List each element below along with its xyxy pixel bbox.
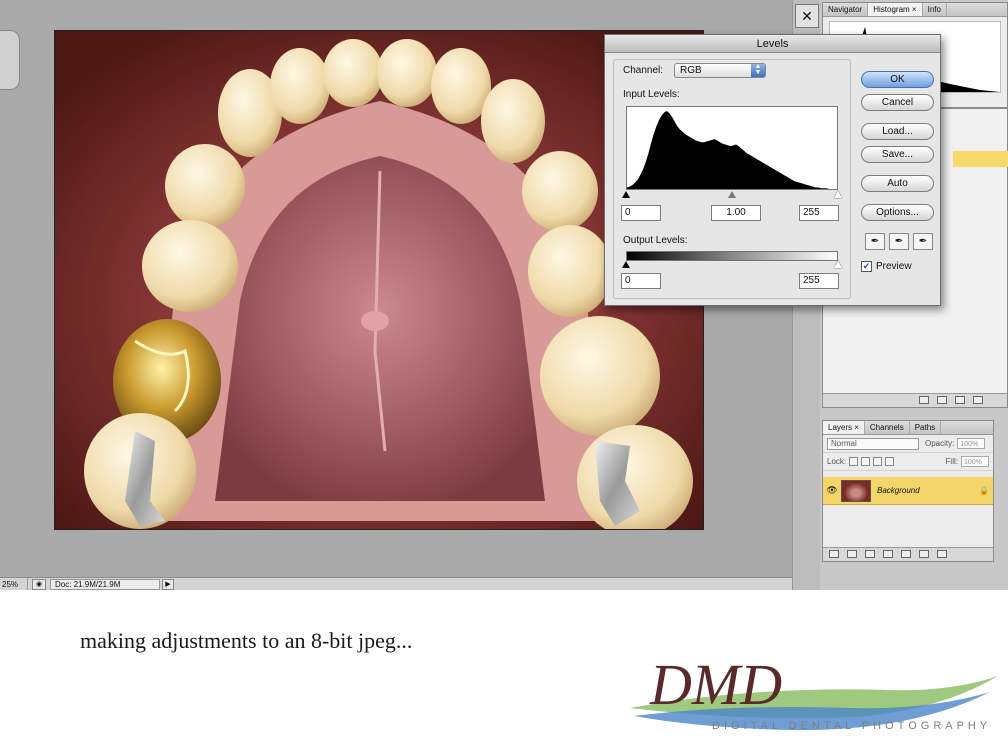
- white-eyedropper-icon[interactable]: ✒: [913, 233, 933, 250]
- cancel-button[interactable]: Cancel: [861, 94, 934, 111]
- preview-label: Preview: [876, 261, 912, 272]
- new-layer-icon[interactable]: [919, 550, 929, 558]
- new-icon[interactable]: [955, 396, 965, 404]
- fx-icon[interactable]: [847, 550, 857, 558]
- save-button[interactable]: Save...: [861, 146, 934, 163]
- trash-icon[interactable]: [973, 396, 983, 404]
- auto-button[interactable]: Auto: [861, 175, 934, 192]
- folder-icon[interactable]: [901, 550, 911, 558]
- input-gamma-field[interactable]: 1.00: [711, 205, 761, 221]
- output-white-field[interactable]: 255: [799, 273, 839, 289]
- link-icon[interactable]: [829, 550, 839, 558]
- opacity-label: Opacity:: [925, 439, 955, 448]
- logo-monogram: DMD: [649, 652, 782, 717]
- tab-channels[interactable]: Channels: [865, 421, 910, 434]
- gray-eyedropper-icon[interactable]: ✒: [889, 233, 909, 250]
- status-arrow-icon[interactable]: ▶: [162, 578, 174, 590]
- input-white-field[interactable]: 255: [799, 205, 839, 221]
- channel-select[interactable]: RGB ▲ ▼: [674, 63, 766, 78]
- lock-move-icon[interactable]: [873, 457, 883, 466]
- input-levels-label: Input Levels:: [623, 89, 680, 100]
- lock-icon: 🔒: [979, 486, 989, 495]
- layer-thumbnail: [841, 479, 871, 502]
- histogram-panel-tabs: Navigator Histogram × Info: [823, 3, 1007, 17]
- opacity-field[interactable]: 100%: [957, 438, 986, 449]
- layer-row-background[interactable]: 👁 Background 🔒: [823, 477, 993, 505]
- channel-label: Channel:: [623, 65, 664, 76]
- layers-panel-tabs: Layers × Channels Paths: [823, 421, 993, 435]
- output-gradient: [626, 251, 838, 261]
- select-arrows-icon: ▲ ▼: [751, 63, 765, 77]
- lock-all-icon[interactable]: [885, 457, 895, 466]
- black-eyedropper-icon[interactable]: ✒: [865, 233, 885, 250]
- lock-label: Lock:: [827, 457, 847, 466]
- footer-icon[interactable]: [919, 396, 929, 404]
- histogram-graph: [627, 111, 837, 189]
- input-black-field[interactable]: 0: [621, 205, 661, 221]
- gamma-handle[interactable]: [728, 191, 736, 198]
- mask-icon[interactable]: [865, 550, 875, 558]
- adjustment-layer-icon[interactable]: [883, 550, 893, 558]
- tab-navigator[interactable]: Navigator: [823, 3, 869, 16]
- lock-row: Lock: Fill: 100%: [823, 453, 993, 471]
- fill-field[interactable]: 100%: [961, 456, 989, 467]
- ok-button[interactable]: OK: [861, 71, 934, 88]
- opacity-value: 100%: [960, 441, 979, 448]
- zoom-level[interactable]: 25%: [0, 578, 28, 590]
- layers-panel: Layers × Channels Paths Normal Opacity: …: [822, 420, 994, 562]
- black-point-handle[interactable]: [622, 191, 630, 198]
- panel-footer: [823, 393, 1007, 407]
- white-point-handle[interactable]: [834, 191, 842, 198]
- levels-histogram: [626, 106, 838, 190]
- status-menu-icon[interactable]: ◉: [32, 578, 46, 590]
- dialog-title[interactable]: Levels: [605, 35, 940, 53]
- status-bar: 25% ◉ Doc: 21.9M/21.9M ▶: [0, 577, 792, 590]
- fill-value: 100%: [964, 459, 982, 466]
- output-black-field[interactable]: 0: [621, 273, 661, 289]
- blend-row: Normal Opacity: 100%: [823, 435, 993, 453]
- selected-item-highlight: [953, 151, 1008, 167]
- layers-footer: [823, 547, 993, 561]
- eye-icon[interactable]: 👁: [823, 485, 841, 496]
- logo-tagline: DIGITAL DENTAL PHOTOGRAPHY: [712, 720, 992, 732]
- output-white-handle[interactable]: [834, 261, 842, 268]
- lock-transparent-icon[interactable]: [849, 457, 859, 466]
- tab-layers[interactable]: Layers ×: [823, 421, 865, 434]
- channel-value: RGB: [680, 65, 702, 76]
- levels-dialog: Levels Channel: RGB ▲ ▼ Input Levels: 0 1…: [604, 34, 941, 306]
- tab-info[interactable]: Info: [923, 3, 947, 16]
- fill-label: Fill:: [945, 457, 958, 466]
- tools-icon[interactable]: ✕: [795, 4, 819, 28]
- tab-paths[interactable]: Paths: [910, 421, 942, 434]
- output-black-handle[interactable]: [622, 261, 630, 268]
- options-button[interactable]: Options...: [861, 204, 934, 221]
- tab-histogram[interactable]: Histogram ×: [868, 3, 923, 16]
- output-levels-slider[interactable]: [622, 261, 842, 269]
- input-levels-slider[interactable]: [622, 191, 842, 199]
- output-levels-label: Output Levels:: [623, 235, 688, 246]
- histogram-shape: [627, 111, 837, 189]
- layer-name: Background: [877, 486, 920, 495]
- preview-checkbox[interactable]: ✔: [861, 261, 872, 272]
- load-button[interactable]: Load...: [861, 123, 934, 140]
- document-size: Doc: 21.9M/21.9M: [50, 578, 160, 590]
- blend-mode-select[interactable]: Normal: [827, 437, 919, 450]
- lock-brush-icon[interactable]: [861, 457, 871, 466]
- camera-icon[interactable]: [937, 396, 947, 404]
- document-window-edge: [0, 30, 20, 90]
- trash-icon[interactable]: [937, 550, 947, 558]
- slide-caption: making adjustments to an 8-bit jpeg...: [80, 628, 413, 653]
